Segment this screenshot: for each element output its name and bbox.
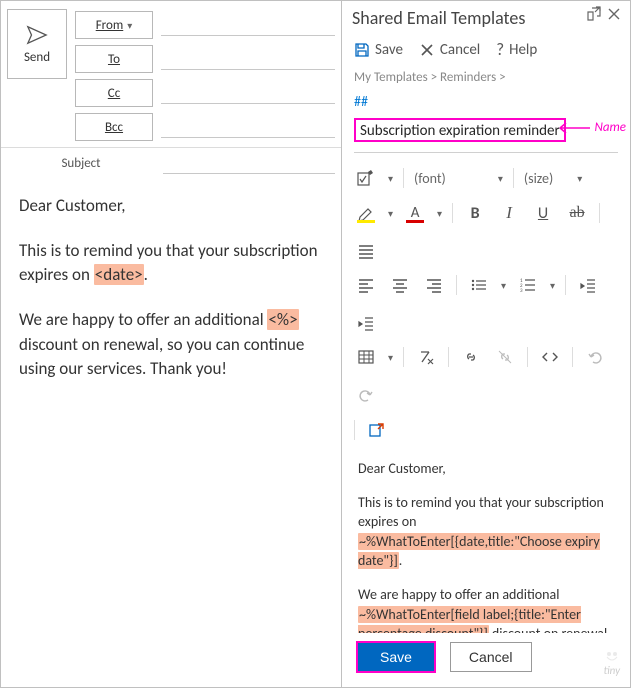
- template-name-input[interactable]: Subscription expiration reminder: [354, 118, 566, 142]
- chevron-down-icon[interactable]: ▾: [388, 172, 393, 185]
- svg-text:3: 3: [520, 288, 523, 294]
- highlight-button[interactable]: [354, 199, 378, 227]
- compose-p1: This is to remind you that your subscrip…: [19, 239, 327, 288]
- chevron-down-icon[interactable]: ▾: [550, 279, 555, 292]
- chevron-down-icon: ▾: [127, 19, 132, 32]
- editor-token-date: ~%WhatToEnter[{date,title:"Choose expiry…: [358, 533, 600, 570]
- bcc-input[interactable]: [161, 116, 335, 138]
- align-justify-button[interactable]: [354, 237, 378, 265]
- arrow-left-icon: [556, 121, 592, 135]
- bottom-bar: Save Cancel: [342, 633, 630, 687]
- bold-button[interactable]: B: [463, 199, 487, 227]
- font-size-select[interactable]: (size) ▾: [524, 170, 582, 187]
- from-label: From: [96, 18, 124, 33]
- to-input[interactable]: [161, 48, 335, 70]
- font-family-select[interactable]: (font) ▾: [414, 170, 503, 187]
- number-list-button[interactable]: 123: [516, 271, 540, 299]
- cc-input[interactable]: [161, 82, 335, 104]
- template-toolbar: Save Cancel ? Help: [342, 33, 630, 70]
- hash-marks: ##: [342, 93, 630, 118]
- to-label: To: [108, 52, 120, 67]
- subject-input[interactable]: [163, 152, 335, 174]
- code-button[interactable]: [538, 343, 562, 371]
- insert-field-button[interactable]: [365, 416, 389, 444]
- outdent-button[interactable]: [576, 271, 600, 299]
- macro-menu[interactable]: [354, 164, 378, 192]
- redo-button[interactable]: [354, 381, 378, 409]
- undo-button[interactable]: [583, 343, 607, 371]
- chevron-down-icon: ▾: [498, 172, 503, 185]
- templates-pane: Shared Email Templates Save Cancel ? Hel…: [342, 1, 630, 687]
- chevron-down-icon[interactable]: ▾: [388, 207, 393, 220]
- unlink-button[interactable]: [493, 343, 517, 371]
- align-right-button[interactable]: [422, 271, 446, 299]
- cc-label: Cc: [108, 86, 120, 101]
- bcc-label: Bcc: [105, 120, 123, 135]
- editor-p1: This is to remind you that your subscrip…: [358, 493, 614, 571]
- send-button[interactable]: Send: [7, 9, 67, 79]
- editor-p2: We are happy to offer an additional ~%Wh…: [358, 585, 614, 633]
- close-icon[interactable]: [606, 7, 622, 21]
- align-center-button[interactable]: [388, 271, 412, 299]
- send-icon: [26, 24, 48, 46]
- bcc-button[interactable]: Bcc: [75, 113, 153, 141]
- save-icon: [354, 42, 370, 58]
- chevron-down-icon: ▾: [577, 172, 582, 185]
- cc-button[interactable]: Cc: [75, 79, 153, 107]
- watermark: tiny: [603, 651, 620, 677]
- token-date: <date>: [94, 264, 144, 285]
- send-label: Send: [24, 50, 50, 65]
- bullet-list-button[interactable]: [467, 271, 491, 299]
- compose-header: Send From ▾ To C: [1, 1, 341, 148]
- editor-toolbar: ▾ (font) ▾ (size) ▾: [342, 159, 630, 449]
- cancel-button[interactable]: Cancel: [450, 642, 532, 672]
- breadcrumb[interactable]: My Templates > Reminders >: [342, 70, 630, 93]
- toolbar-save[interactable]: Save: [354, 41, 403, 59]
- token-percent: <%>: [267, 309, 298, 330]
- font-color-button[interactable]: A: [403, 199, 427, 227]
- toolbar-cancel[interactable]: Cancel: [419, 41, 480, 59]
- align-left-button[interactable]: [354, 271, 378, 299]
- pane-title: Shared Email Templates: [352, 7, 620, 29]
- chevron-down-icon[interactable]: ▾: [437, 207, 442, 220]
- help-icon: ?: [496, 39, 504, 60]
- name-annotation: Name: [556, 120, 626, 135]
- underline-button[interactable]: U: [531, 199, 555, 227]
- cancel-icon: [419, 42, 435, 58]
- indent-button[interactable]: [354, 309, 378, 337]
- from-button[interactable]: From ▾: [75, 11, 153, 39]
- subject-label: Subject: [7, 156, 155, 171]
- clear-format-button[interactable]: [414, 343, 438, 371]
- editor-greeting: Dear Customer,: [358, 459, 614, 479]
- strike-button[interactable]: ab: [565, 199, 589, 227]
- compose-p2: We are happy to offer an additional <%> …: [19, 308, 327, 382]
- to-button[interactable]: To: [75, 45, 153, 73]
- editor-body[interactable]: Dear Customer, This is to remind you tha…: [342, 449, 630, 633]
- toolbar-help[interactable]: ? Help: [496, 39, 537, 60]
- macro-icon: [357, 169, 375, 187]
- watermark-icon: [605, 651, 619, 663]
- save-button[interactable]: Save: [356, 641, 436, 673]
- link-button[interactable]: [459, 343, 483, 371]
- compose-body[interactable]: Dear Customer, This is to remind you tha…: [1, 180, 341, 687]
- compose-pane: Send From ▾ To C: [1, 1, 342, 687]
- from-input[interactable]: [161, 14, 335, 36]
- chevron-down-icon[interactable]: ▾: [388, 351, 393, 364]
- compose-greeting: Dear Customer,: [19, 194, 327, 219]
- table-button[interactable]: [354, 343, 378, 371]
- italic-button[interactable]: I: [497, 199, 521, 227]
- popout-icon[interactable]: [586, 7, 602, 21]
- chevron-down-icon[interactable]: ▾: [501, 279, 506, 292]
